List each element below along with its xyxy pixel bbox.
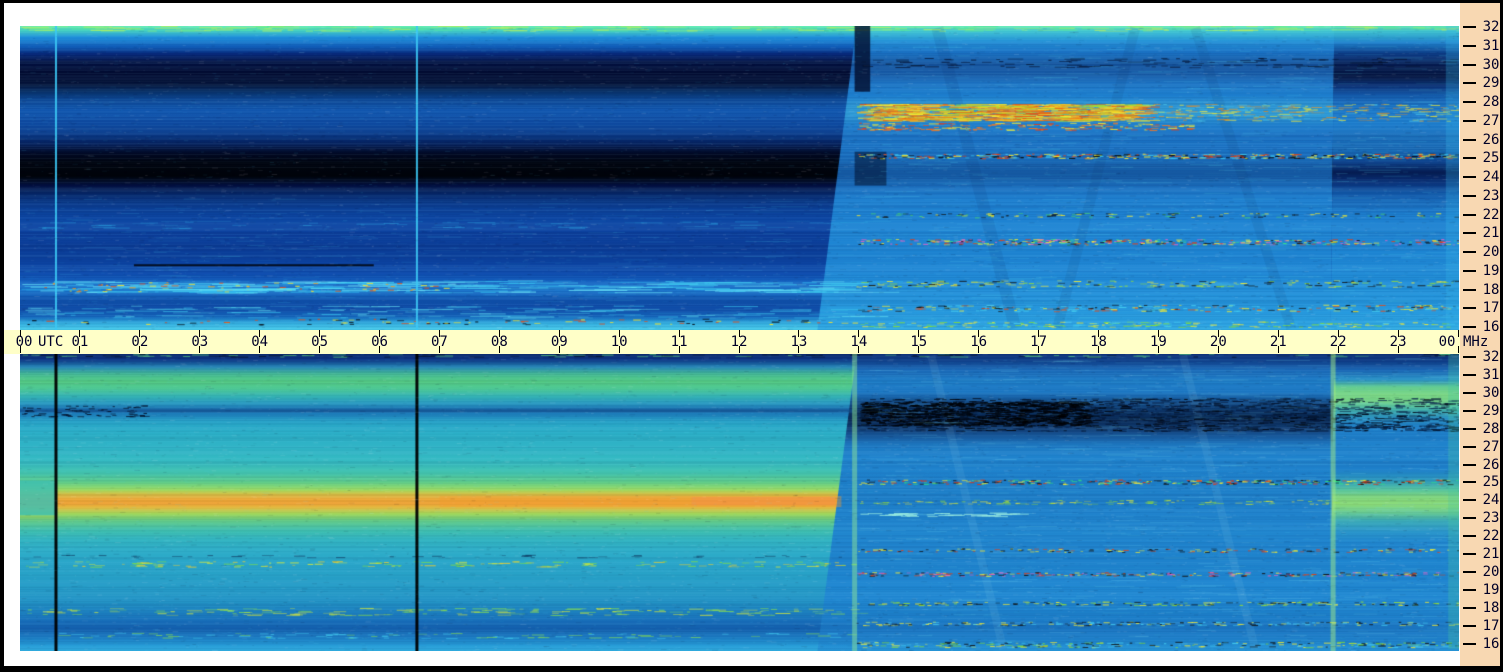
freq-tick xyxy=(1463,326,1476,328)
freq-tick xyxy=(1463,269,1476,272)
freq-label: 16 xyxy=(1482,635,1500,652)
freq-tick xyxy=(1463,307,1476,310)
freq-tick xyxy=(1463,373,1476,376)
hour-label: 22 xyxy=(1329,334,1347,350)
freq-tick xyxy=(1463,213,1476,216)
freq-tick xyxy=(1463,445,1476,448)
hour-label: 14 xyxy=(850,334,868,350)
freq-tick xyxy=(1463,642,1476,645)
hour-label: 12 xyxy=(730,334,748,350)
freq-label: 32 xyxy=(1482,349,1500,365)
hour-label: 11 xyxy=(670,334,688,350)
freq-tick xyxy=(1463,138,1476,141)
hour-label: 01 xyxy=(71,334,89,350)
freq-label: 31 xyxy=(1482,37,1500,54)
hour-label: 07 xyxy=(430,334,448,350)
hour-label: 10 xyxy=(610,334,628,350)
freq-tick xyxy=(1463,288,1476,291)
freq-label: 24 xyxy=(1482,492,1500,509)
freq-label: 28 xyxy=(1482,420,1500,437)
hour-label: 06 xyxy=(371,334,388,350)
freq-label: 17 xyxy=(1482,617,1500,634)
freq-tick xyxy=(1463,499,1476,502)
freq-label: 30 xyxy=(1482,384,1500,401)
freq-label: 20 xyxy=(1482,244,1500,260)
freq-label: 29 xyxy=(1482,75,1500,92)
freq-label: 26 xyxy=(1482,131,1500,148)
freq-label: 21 xyxy=(1482,546,1500,563)
freq-label: 16 xyxy=(1482,319,1500,335)
freq-label: 25 xyxy=(1482,474,1500,491)
freq-tick xyxy=(1463,553,1476,556)
hour-label: 20 xyxy=(1209,334,1227,350)
freq-tick xyxy=(1463,176,1476,178)
freq-tick xyxy=(1463,26,1476,28)
freq-tick xyxy=(1463,606,1476,609)
freq-tick xyxy=(1463,82,1476,85)
freq-tick xyxy=(1463,624,1476,627)
freq-label: 17 xyxy=(1482,300,1500,317)
hour-label: 13 xyxy=(790,334,808,350)
freq-label: 28 xyxy=(1482,94,1500,110)
freq-label: 29 xyxy=(1482,402,1500,419)
freq-label: 27 xyxy=(1482,438,1500,455)
hour-label: 19 xyxy=(1149,334,1167,350)
title-bar: AJ4CO Observatory 01 Jan 2025 - DPS on T… xyxy=(9,3,926,44)
spectrogram-stokes-plus-v xyxy=(20,354,1459,651)
freq-tick xyxy=(1463,157,1476,160)
freq-tick xyxy=(1463,44,1476,47)
freq-label: 23 xyxy=(1482,187,1500,204)
hour-label: 21 xyxy=(1269,334,1287,350)
hour-label: 18 xyxy=(1090,334,1107,350)
hour-label: 15 xyxy=(910,334,928,350)
freq-tick xyxy=(1463,356,1476,358)
freq-tick xyxy=(1463,427,1476,430)
freq-tick xyxy=(1463,481,1476,484)
freq-label: 24 xyxy=(1482,169,1500,185)
freq-tick xyxy=(1463,232,1476,235)
freq-tick xyxy=(1463,101,1476,103)
hour-label: 04 xyxy=(251,334,269,350)
freq-label: 19 xyxy=(1482,581,1500,598)
freq-tick xyxy=(1463,63,1476,66)
hour-label: 05 xyxy=(311,334,328,350)
hour-label: 16 xyxy=(970,334,988,350)
freq-label: 27 xyxy=(1482,112,1500,129)
hour-label: 23 xyxy=(1389,334,1407,350)
hour-label: 09 xyxy=(550,334,568,350)
hour-label: 08 xyxy=(490,334,508,350)
hour-label: 00 xyxy=(1438,334,1456,350)
freq-label: 31 xyxy=(1482,366,1500,383)
freq-label: 30 xyxy=(1482,56,1500,73)
freq-label: 21 xyxy=(1482,225,1500,242)
freq-label: 22 xyxy=(1482,206,1500,223)
hour-label: 17 xyxy=(1030,334,1047,350)
hour-label: 03 xyxy=(191,334,209,350)
freq-label: 22 xyxy=(1482,528,1500,545)
freq-label: 25 xyxy=(1482,150,1500,167)
hour-label: 02 xyxy=(131,334,149,350)
spectrogram-stokes-minus-v xyxy=(20,26,1459,330)
freq-label: 18 xyxy=(1482,599,1500,616)
freq-tick xyxy=(1463,517,1476,520)
hour-label: 00 xyxy=(15,334,33,350)
freq-tick xyxy=(1463,251,1476,253)
freq-tick xyxy=(1463,463,1476,466)
freq-tick xyxy=(1463,588,1476,591)
freq-tick xyxy=(1463,535,1476,538)
freq-tick xyxy=(1463,391,1476,394)
freq-tick xyxy=(1463,194,1476,197)
freq-tick xyxy=(1463,119,1476,122)
freq-tick xyxy=(1463,571,1476,573)
freq-label: 32 xyxy=(1482,19,1500,35)
freq-label: 19 xyxy=(1482,262,1500,279)
freq-label: 23 xyxy=(1482,510,1500,527)
dps-spectrogram-window: AJ4CO Observatory 01 Jan 2025 - DPS on T… xyxy=(0,0,1503,672)
freq-label: 18 xyxy=(1482,281,1500,298)
freq-tick xyxy=(1463,409,1476,412)
freq-label: 20 xyxy=(1482,564,1500,580)
freq-label: 26 xyxy=(1482,456,1500,473)
